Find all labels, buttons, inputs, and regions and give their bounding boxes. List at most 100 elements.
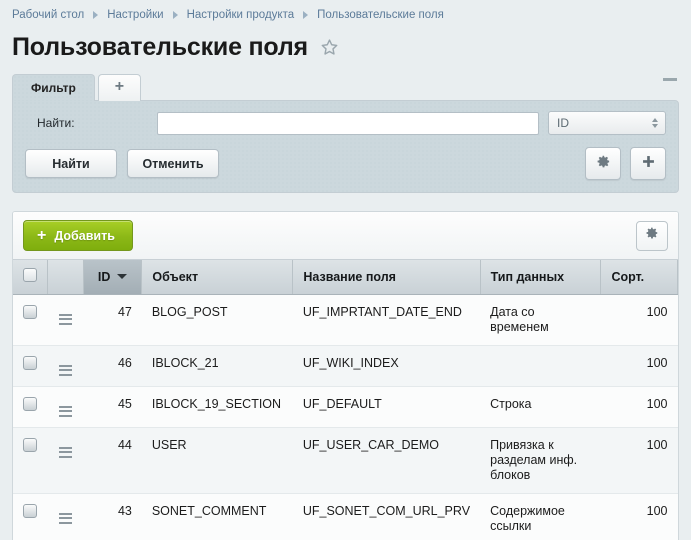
filter-buttons-row: Найти Отменить xyxy=(25,147,666,180)
cell-sort: 100 xyxy=(601,427,678,493)
table-head: ID Объект Название поля Тип данных Сорт. xyxy=(13,260,678,294)
breadcrumb-item-0[interactable]: Рабочий стол xyxy=(12,9,84,21)
table-row[interactable]: 47 BLOG_POST UF_IMPRTANT_DATE_END Дата с… xyxy=(13,294,678,345)
cell-object: IBLOCK_21 xyxy=(142,345,293,386)
breadcrumb: Рабочий стол Настройки Настройки продукт… xyxy=(0,0,691,24)
row-menu-icon[interactable] xyxy=(59,511,72,524)
row-actions-cell[interactable] xyxy=(47,345,83,386)
breadcrumb-item-1[interactable]: Настройки xyxy=(107,9,163,21)
select-all-checkbox[interactable] xyxy=(23,268,37,282)
row-select-cell[interactable] xyxy=(13,345,47,386)
search-label: Найти: xyxy=(25,116,157,130)
cell-id: 43 xyxy=(83,493,141,540)
table-body: 47 BLOG_POST UF_IMPRTANT_DATE_END Дата с… xyxy=(13,294,678,540)
table-row[interactable]: 46 IBLOCK_21 UF_WIKI_INDEX 100 xyxy=(13,345,678,386)
cell-id: 45 xyxy=(83,386,141,427)
cell-data-type: Содержимое ссылки xyxy=(480,493,601,540)
row-menu-icon[interactable] xyxy=(59,363,72,376)
column-header-id[interactable]: ID xyxy=(83,260,141,294)
row-select-cell[interactable] xyxy=(13,493,47,540)
column-header-sort[interactable]: Сорт. xyxy=(601,260,678,294)
row-actions-cell[interactable] xyxy=(47,493,83,540)
filter-add-button[interactable] xyxy=(630,147,666,180)
cell-object: USER xyxy=(142,427,293,493)
cell-field-name: UF_USER_CAR_DEMO xyxy=(293,427,480,493)
column-header-field-name[interactable]: Название поля xyxy=(293,260,480,294)
row-checkbox[interactable] xyxy=(23,397,37,411)
add-button[interactable]: + Добавить xyxy=(23,220,133,251)
grid-section: + Добавить xyxy=(0,193,691,540)
row-select-cell[interactable] xyxy=(13,427,47,493)
cell-data-type: Строка xyxy=(480,386,601,427)
row-menu-icon[interactable] xyxy=(59,404,72,417)
add-button-label: Добавить xyxy=(54,229,115,243)
star-outline-icon[interactable] xyxy=(320,38,339,57)
filter-action-buttons xyxy=(585,147,666,180)
tab-add-filter[interactable]: + xyxy=(98,74,141,101)
grid-settings-button[interactable] xyxy=(636,221,668,251)
breadcrumb-separator-icon xyxy=(93,11,98,19)
cell-data-type: Дата со временем xyxy=(480,294,601,345)
cell-sort: 100 xyxy=(601,345,678,386)
search-input[interactable] xyxy=(157,112,539,135)
breadcrumb-item-2[interactable]: Настройки продукта xyxy=(187,9,295,21)
filter-settings-button[interactable] xyxy=(585,147,621,180)
column-header-data-type[interactable]: Тип данных xyxy=(480,260,601,294)
breadcrumb-separator-icon xyxy=(303,11,308,19)
row-checkbox[interactable] xyxy=(23,356,37,370)
cell-sort: 100 xyxy=(601,294,678,345)
cell-sort: 100 xyxy=(601,493,678,540)
row-select-cell[interactable] xyxy=(13,294,47,345)
row-actions-cell[interactable] xyxy=(47,386,83,427)
breadcrumb-item-3[interactable]: Пользовательские поля xyxy=(317,9,444,21)
cell-object: SONET_COMMENT xyxy=(142,493,293,540)
cell-id: 46 xyxy=(83,345,141,386)
row-checkbox[interactable] xyxy=(23,305,37,319)
column-header-select-all[interactable] xyxy=(13,260,47,294)
filter-field-select-value: ID xyxy=(557,116,569,130)
row-actions-cell[interactable] xyxy=(47,427,83,493)
column-header-object[interactable]: Объект xyxy=(142,260,293,294)
row-actions-cell[interactable] xyxy=(47,294,83,345)
page-title: Пользовательские поля xyxy=(12,33,308,62)
table-row[interactable]: 45 IBLOCK_19_SECTION UF_DEFAULT Строка 1… xyxy=(13,386,678,427)
filter-tabs: Фильтр + xyxy=(12,74,679,101)
column-header-actions xyxy=(47,260,83,294)
cell-field-name: UF_DEFAULT xyxy=(293,386,480,427)
tab-filter[interactable]: Фильтр xyxy=(12,74,95,101)
cell-field-name: UF_WIKI_INDEX xyxy=(293,345,480,386)
filter-panel: Фильтр + Найти: ID Найти Отменить xyxy=(0,64,691,193)
cell-field-name: UF_IMPRTANT_DATE_END xyxy=(293,294,480,345)
page-header: Пользовательские поля xyxy=(0,24,691,64)
cancel-button[interactable]: Отменить xyxy=(127,149,219,178)
column-header-id-label: ID xyxy=(98,270,111,284)
row-select-cell[interactable] xyxy=(13,386,47,427)
table-row[interactable]: 43 SONET_COMMENT UF_SONET_COM_URL_PRV Со… xyxy=(13,493,678,540)
row-menu-icon[interactable] xyxy=(59,445,72,458)
row-checkbox[interactable] xyxy=(23,504,37,518)
cell-data-type xyxy=(480,345,601,386)
table-row[interactable]: 44 USER UF_USER_CAR_DEMO Привязка к разд… xyxy=(13,427,678,493)
cell-data-type: Привязка к разделам инф. блоков xyxy=(480,427,601,493)
breadcrumb-separator-icon xyxy=(173,11,178,19)
gear-icon xyxy=(645,226,659,245)
cell-field-name: UF_SONET_COM_URL_PRV xyxy=(293,493,480,540)
cell-object: BLOG_POST xyxy=(142,294,293,345)
cell-id: 47 xyxy=(83,294,141,345)
sort-descending-icon xyxy=(117,274,127,279)
custom-fields-table: ID Объект Название поля Тип данных Сорт. xyxy=(13,260,678,540)
cell-sort: 100 xyxy=(601,386,678,427)
filter-field-select[interactable]: ID xyxy=(548,111,666,135)
filter-body: Найти: ID Найти Отменить xyxy=(12,100,679,193)
plus-icon xyxy=(641,154,656,174)
row-menu-icon[interactable] xyxy=(59,312,72,325)
cell-id: 44 xyxy=(83,427,141,493)
grid-panel: + Добавить xyxy=(12,211,679,540)
plus-icon: + xyxy=(37,228,46,244)
row-checkbox[interactable] xyxy=(23,438,37,452)
cell-object: IBLOCK_19_SECTION xyxy=(142,386,293,427)
table-header-row: ID Объект Название поля Тип данных Сорт. xyxy=(13,260,678,294)
filter-search-row: Найти: ID xyxy=(25,111,666,135)
chevron-updown-icon xyxy=(652,118,658,128)
find-button[interactable]: Найти xyxy=(25,149,117,178)
